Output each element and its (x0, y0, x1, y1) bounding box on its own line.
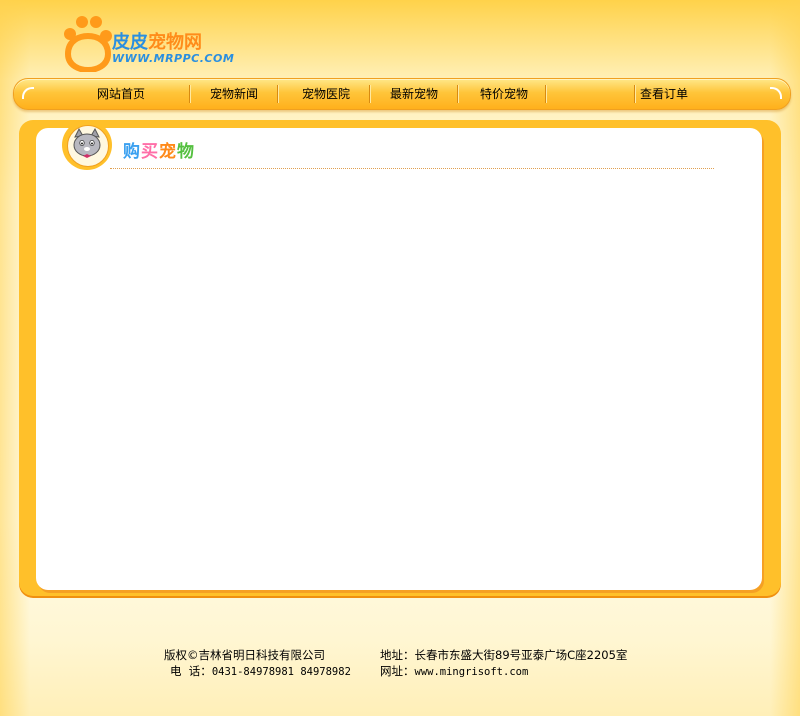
content-panel (36, 128, 762, 590)
section-title-char: 宠 (159, 142, 177, 162)
footer-website-link[interactable]: www.mingrisoft.com (415, 666, 529, 678)
nav-item-pet-hospital[interactable]: 宠物医院 (277, 79, 375, 109)
main-nav: 网站首页 宠物新闻 宠物医院 最新宠物 特价宠物 查看订单 (13, 78, 791, 110)
section-title-char: 买 (141, 142, 159, 162)
section-title-char: 购 (123, 142, 141, 162)
logo-title-part2: 宠物网 (148, 32, 202, 53)
nav-item-pet-news[interactable]: 宠物新闻 (189, 79, 279, 109)
footer-phone-label: 电 话： (170, 664, 212, 678)
nav-item-latest-pets[interactable]: 最新宠物 (369, 79, 459, 109)
nav-right-cap (770, 87, 782, 99)
footer-copyright: 版权©吉林省明日科技有限公司 (164, 648, 325, 662)
cat-icon (73, 127, 101, 158)
nav-item-view-orders[interactable]: 查看订单 (614, 79, 714, 109)
footer-phone-value: 0431-84978981 84978982 (211, 666, 351, 678)
section-title: 购买宠物 (123, 137, 195, 162)
footer-website: 网址：www.mingrisoft.com (380, 663, 627, 680)
section-divider (110, 168, 714, 169)
site-logo[interactable]: 皮皮宠物网 WWW.MRPPC.COM (60, 14, 240, 74)
logo-title: 皮皮宠物网 (112, 28, 202, 54)
nav-left-cap (22, 87, 34, 99)
logo-url: WWW.MRPPC.COM (112, 52, 235, 65)
logo-title-part1: 皮皮 (112, 32, 148, 53)
footer-phone: 电 话：0431-84978981 84978982 (164, 663, 351, 680)
footer-website-label: 网址： (380, 664, 415, 678)
nav-item-home[interactable]: 网站首页 (71, 79, 171, 109)
footer-left: 版权©吉林省明日科技有限公司 电 话：0431-84978981 8497898… (164, 647, 351, 680)
footer-address: 地址：长春市东盛大街89号亚泰广场C座2205室 (380, 648, 628, 662)
footer-right: 地址：长春市东盛大街89号亚泰广场C座2205室 网址：www.mingriso… (380, 647, 627, 680)
nav-item-special-pets[interactable]: 特价宠物 (457, 79, 551, 109)
section-title-char: 物 (177, 142, 195, 162)
paw-icon (64, 16, 112, 72)
